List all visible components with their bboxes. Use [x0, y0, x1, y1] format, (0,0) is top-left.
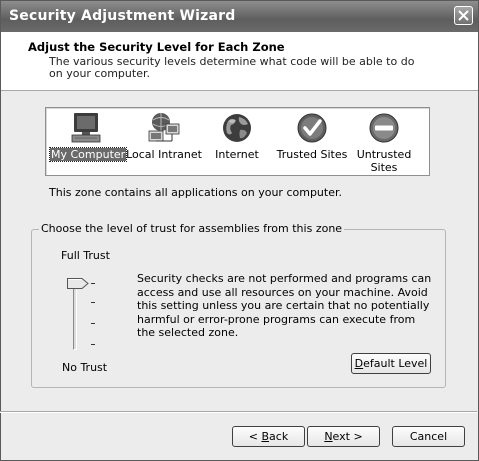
trusted-sites-checkmark-icon — [297, 113, 327, 143]
zone-label: Local Intranet — [126, 148, 202, 161]
no-trust-label: No Trust — [62, 361, 108, 374]
footer-divider — [0, 411, 477, 413]
zone-label: Trusted Sites — [276, 148, 348, 161]
page-title: Adjust the Security Level for Each Zone — [28, 40, 285, 54]
slider-tick — [91, 323, 95, 324]
page-subtitle: The various security levels determine wh… — [49, 55, 415, 80]
wizard-header: Adjust the Security Level for Each Zone … — [1, 32, 478, 91]
slider-tick — [91, 283, 95, 284]
trust-slider-track[interactable] — [73, 283, 77, 350]
close-icon — [458, 10, 469, 21]
slider-tick — [91, 302, 95, 303]
local-intranet-icon — [148, 113, 180, 142]
trust-level-description: Security checks are not performed and pr… — [137, 272, 432, 339]
internet-globe-icon — [223, 114, 251, 142]
back-button[interactable]: < Back — [232, 426, 305, 447]
zone-item-internet[interactable]: Internet — [208, 108, 266, 175]
zone-label: Internet — [215, 148, 259, 161]
zone-description: This zone contains all applications on y… — [49, 186, 342, 199]
zone-item-my-computer[interactable]: My Computer — [48, 108, 128, 175]
close-button[interactable] — [454, 6, 473, 25]
zone-list: My Computer Local Intranet Internet Trus… — [45, 107, 430, 176]
slider-tick — [91, 344, 95, 345]
full-trust-label: Full Trust — [61, 249, 110, 262]
cancel-button[interactable]: Cancel — [392, 426, 465, 447]
zone-item-local-intranet[interactable]: Local Intranet — [124, 108, 204, 175]
zone-label: My Computer — [48, 147, 128, 162]
zone-item-trusted-sites[interactable]: Trusted Sites — [274, 108, 350, 175]
zone-label: Untrusted Sites — [356, 148, 412, 174]
next-button[interactable]: Next > — [307, 426, 380, 447]
trust-slider-thumb[interactable] — [67, 278, 89, 289]
default-level-button[interactable]: Default Level — [351, 353, 431, 374]
window-title: Security Adjustment Wizard — [9, 8, 236, 24]
title-bar: Security Adjustment Wizard — [1, 1, 478, 32]
zone-item-untrusted-sites[interactable]: Untrusted Sites — [352, 108, 416, 175]
untrusted-sites-minus-icon — [369, 113, 399, 143]
my-computer-icon — [71, 113, 101, 143]
trust-group-legend: Choose the level of trust for assemblies… — [39, 222, 345, 235]
